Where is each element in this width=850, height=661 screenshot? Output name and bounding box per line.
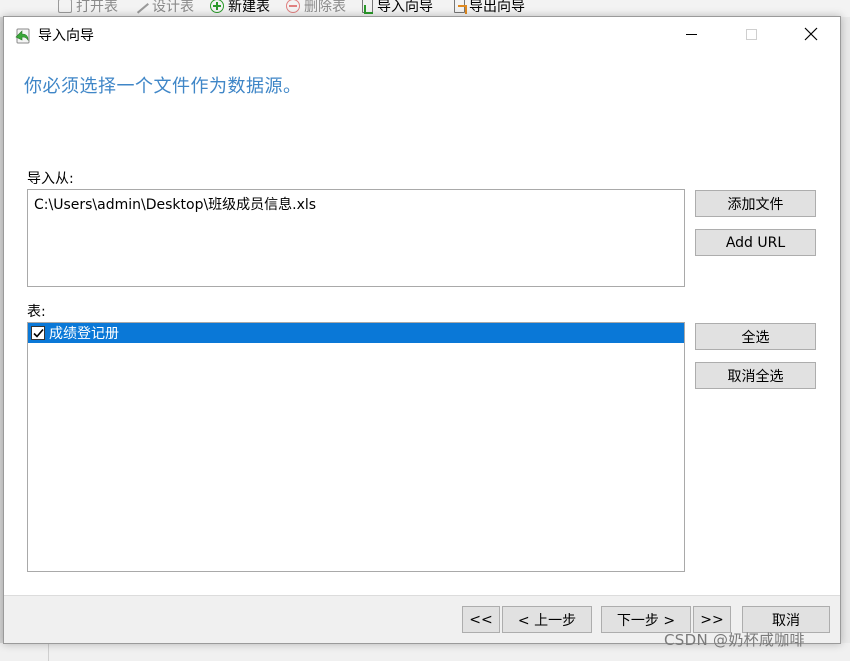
table-name: 成绩登记册: [49, 326, 119, 342]
file-list-item[interactable]: C:\Users\admin\Desktop\班级成员信息.xls: [34, 194, 316, 214]
import-from-label: 导入从:: [27, 171, 74, 187]
export-wizard-toolbar-label: 导出向导: [469, 0, 525, 15]
close-button[interactable]: [788, 17, 834, 51]
table-checkbox[interactable]: [31, 326, 45, 340]
background-divider: [48, 643, 49, 661]
import-wizard-dialog: 导入向导 你必须选择一个文件作为数据源。 导入从: C:\Users\admin…: [3, 16, 841, 644]
import-wizard-toolbar-label: 导入向导: [377, 0, 433, 15]
tables-label: 表:: [27, 304, 46, 320]
add-url-button[interactable]: Add URL: [695, 229, 816, 256]
design-table-button[interactable]: 设计表: [133, 0, 194, 16]
maximize-icon: [745, 28, 757, 40]
select-all-button[interactable]: 全选: [695, 323, 816, 350]
import-icon: [362, 0, 373, 14]
first-step-button[interactable]: <<: [462, 606, 500, 633]
pencil-icon: [133, 0, 149, 14]
close-icon: [804, 27, 818, 41]
table-list-item[interactable]: 成绩登记册: [28, 323, 684, 343]
delete-table-button[interactable]: 删除表: [286, 0, 346, 16]
instruction-heading: 你必须选择一个文件作为数据源。: [24, 76, 302, 97]
import-wizard-toolbar-button[interactable]: 导入向导: [362, 0, 433, 16]
minus-circle-icon: [286, 0, 300, 13]
import-file-list[interactable]: C:\Users\admin\Desktop\班级成员信息.xls: [27, 189, 685, 287]
new-table-button[interactable]: 新建表: [210, 0, 270, 16]
design-table-label: 设计表: [152, 0, 194, 15]
minimize-icon: [685, 33, 697, 35]
export-icon: [454, 0, 467, 14]
title-bar[interactable]: 导入向导: [4, 17, 840, 53]
checkmark-icon: [32, 328, 44, 338]
minimize-button[interactable]: [668, 17, 714, 51]
plus-circle-icon: [210, 0, 224, 13]
watermark: CSDN @奶杯咸咖啡: [664, 631, 805, 649]
table-list[interactable]: 成绩登记册: [27, 322, 685, 572]
open-table-button[interactable]: 打开表: [58, 0, 118, 16]
previous-step-button[interactable]: < 上一步: [502, 606, 592, 633]
header-divider: [4, 126, 840, 127]
delete-table-label: 删除表: [304, 0, 346, 15]
deselect-all-button[interactable]: 取消全选: [695, 362, 816, 389]
background-toolbar: 打开表 设计表 新建表 删除表 导入向导 导出向导: [0, 0, 850, 17]
add-file-button[interactable]: 添加文件: [695, 190, 816, 217]
folder-icon: [58, 0, 72, 13]
new-table-label: 新建表: [228, 0, 270, 15]
export-wizard-toolbar-button[interactable]: 导出向导: [454, 0, 525, 16]
maximize-button: [728, 17, 774, 51]
open-table-label: 打开表: [76, 0, 118, 15]
import-wizard-icon: [15, 28, 30, 44]
dialog-title: 导入向导: [38, 28, 94, 44]
